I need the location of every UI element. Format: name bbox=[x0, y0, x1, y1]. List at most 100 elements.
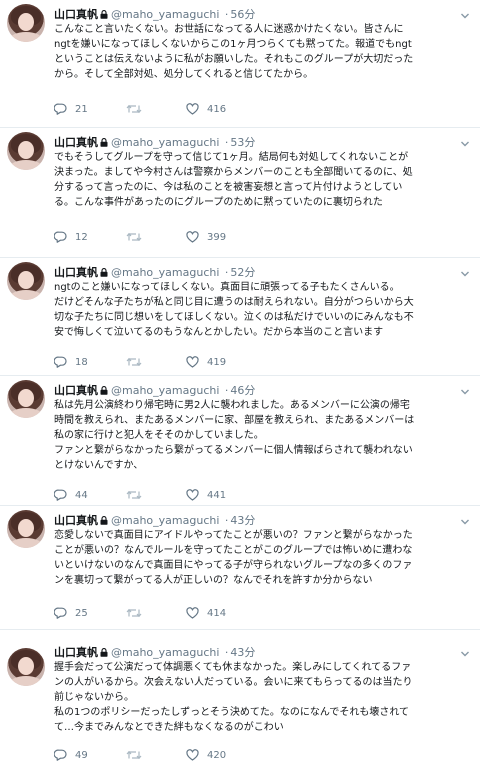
timestamp[interactable]: 43分 bbox=[230, 646, 255, 659]
tweet-text: でもそうしてグループを守って信じて1ヶ月。結局何も対処してくれないことが 決まっ… bbox=[54, 152, 413, 208]
reply-icon bbox=[54, 103, 67, 115]
chevron-down-icon[interactable] bbox=[460, 6, 470, 19]
like-count: 399 bbox=[207, 231, 227, 243]
tweet-actions: 25 414 bbox=[54, 604, 314, 622]
tweet-text: 握手会だって公演だって体調悪くても休まなかった。楽しみにしてくれてるファ ンの人… bbox=[54, 662, 413, 733]
retweet-icon bbox=[126, 103, 142, 115]
retweet-button[interactable] bbox=[126, 604, 150, 622]
avatar[interactable] bbox=[7, 132, 45, 170]
username[interactable]: @maho_yamaguchi bbox=[111, 514, 219, 527]
tweet-actions: 49 420 bbox=[54, 746, 314, 764]
separator: · bbox=[224, 8, 229, 21]
username[interactable]: @maho_yamaguchi bbox=[111, 136, 219, 149]
separator: · bbox=[224, 646, 229, 659]
like-button[interactable]: 420 bbox=[186, 746, 226, 764]
tweet[interactable]: 山口真帆 @maho_yamaguchi · 53分 でもそうしてグループを守って信… bbox=[0, 128, 480, 258]
tweet[interactable]: 山口真帆 @maho_yamaguchi · 56分 こんなこと言いたくない。お世話… bbox=[0, 0, 480, 128]
timestamp[interactable]: 56分 bbox=[230, 8, 255, 21]
lock-icon bbox=[100, 515, 108, 528]
tweet[interactable]: 山口真帆 @maho_yamaguchi · 46分 私は先月公演終わり帰宅時に男2… bbox=[0, 376, 480, 506]
retweet-button[interactable] bbox=[126, 100, 150, 118]
tweet-header: 山口真帆 @maho_yamaguchi · 56分 bbox=[54, 6, 470, 22]
tweet-header: 山口真帆 @maho_yamaguchi · 43分 bbox=[54, 512, 470, 528]
tweet-header: 山口真帆 @maho_yamaguchi · 46分 bbox=[54, 382, 470, 398]
tweet-text: こんなこと言いたくない。お世話になってる人に迷惑かけたくない。皆さんに ngtを… bbox=[54, 24, 414, 80]
reply-button[interactable]: 18 bbox=[54, 353, 88, 371]
reply-count: 49 bbox=[75, 749, 88, 761]
retweet-icon bbox=[126, 489, 142, 501]
separator: · bbox=[224, 266, 229, 279]
retweet-button[interactable] bbox=[126, 228, 150, 246]
timestamp[interactable]: 52分 bbox=[230, 266, 255, 279]
display-name[interactable]: 山口真帆 bbox=[54, 8, 98, 21]
chevron-down-icon[interactable] bbox=[460, 382, 470, 395]
heart-icon bbox=[186, 103, 199, 115]
display-name[interactable]: 山口真帆 bbox=[54, 136, 98, 149]
like-button[interactable]: 399 bbox=[186, 228, 226, 246]
lock-icon bbox=[100, 9, 108, 22]
reply-button[interactable]: 44 bbox=[54, 486, 88, 504]
reply-button[interactable]: 25 bbox=[54, 604, 88, 622]
like-count: 414 bbox=[207, 607, 227, 619]
chevron-down-icon[interactable] bbox=[460, 512, 470, 525]
retweet-icon bbox=[126, 607, 142, 619]
tweet-actions: 21 416 bbox=[54, 100, 314, 118]
retweet-button[interactable] bbox=[126, 353, 150, 371]
reply-icon bbox=[54, 749, 67, 761]
display-name[interactable]: 山口真帆 bbox=[54, 266, 98, 279]
avatar[interactable] bbox=[7, 648, 45, 686]
tweet-text: ngtのこと嫌いになってほしくない。真面目に頑張ってる子もたくさんいる。 だけど… bbox=[54, 282, 414, 338]
tweet-header: 山口真帆 @maho_yamaguchi · 53分 bbox=[54, 134, 470, 150]
tweet[interactable]: 山口真帆 @maho_yamaguchi · 52分 ngtのこと嫌いになってほしく… bbox=[0, 258, 480, 376]
reply-icon bbox=[54, 607, 67, 619]
tweet-text: 私は先月公演終わり帰宅時に男2人に襲われました。あるメンバーに公演の帰宅 時間を… bbox=[54, 400, 415, 471]
timestamp[interactable]: 43分 bbox=[230, 514, 255, 527]
separator: · bbox=[224, 136, 229, 149]
tweet-actions: 12 399 bbox=[54, 228, 314, 246]
timestamp[interactable]: 46分 bbox=[230, 384, 255, 397]
like-button[interactable]: 414 bbox=[186, 604, 226, 622]
heart-icon bbox=[186, 749, 199, 761]
lock-icon bbox=[100, 267, 108, 280]
username[interactable]: @maho_yamaguchi bbox=[111, 646, 219, 659]
like-count: 420 bbox=[207, 749, 227, 761]
lock-icon bbox=[100, 137, 108, 150]
reply-count: 44 bbox=[75, 489, 88, 501]
chevron-down-icon[interactable] bbox=[460, 644, 470, 657]
like-button[interactable]: 419 bbox=[186, 353, 226, 371]
like-button[interactable]: 416 bbox=[186, 100, 226, 118]
separator: · bbox=[224, 384, 229, 397]
retweet-button[interactable] bbox=[126, 486, 150, 504]
display-name[interactable]: 山口真帆 bbox=[54, 646, 98, 659]
chevron-down-icon[interactable] bbox=[460, 264, 470, 277]
heart-icon bbox=[186, 489, 199, 501]
timestamp[interactable]: 53分 bbox=[230, 136, 255, 149]
reply-icon bbox=[54, 231, 67, 243]
retweet-button[interactable] bbox=[126, 746, 150, 764]
username[interactable]: @maho_yamaguchi bbox=[111, 266, 219, 279]
chevron-down-icon[interactable] bbox=[460, 134, 470, 147]
like-count: 419 bbox=[207, 356, 227, 368]
reply-button[interactable]: 49 bbox=[54, 746, 88, 764]
display-name[interactable]: 山口真帆 bbox=[54, 384, 98, 397]
reply-button[interactable]: 21 bbox=[54, 100, 88, 118]
display-name[interactable]: 山口真帆 bbox=[54, 514, 98, 527]
heart-icon bbox=[186, 607, 199, 619]
reply-count: 25 bbox=[75, 607, 88, 619]
avatar[interactable] bbox=[7, 510, 45, 548]
heart-icon bbox=[186, 356, 199, 368]
tweet[interactable]: 山口真帆 @maho_yamaguchi · 43分 恋愛しないで真面目にアイドルや… bbox=[0, 506, 480, 630]
tweet[interactable]: 山口真帆 @maho_yamaguchi · 43分 握手会だって公演だって体調悪く… bbox=[0, 630, 480, 772]
reply-count: 18 bbox=[75, 356, 88, 368]
reply-button[interactable]: 12 bbox=[54, 228, 88, 246]
avatar[interactable] bbox=[7, 262, 45, 300]
username[interactable]: @maho_yamaguchi bbox=[111, 8, 219, 21]
avatar[interactable] bbox=[7, 4, 45, 42]
like-button[interactable]: 441 bbox=[186, 486, 226, 504]
tweet-text: 恋愛しないで真面目にアイドルやってたことが悪いの？ファンと繋がらなかった ことが… bbox=[54, 530, 413, 586]
reply-icon bbox=[54, 489, 67, 501]
tweet-actions: 44 441 bbox=[54, 486, 314, 504]
avatar[interactable] bbox=[7, 380, 45, 418]
separator: · bbox=[224, 514, 229, 527]
username[interactable]: @maho_yamaguchi bbox=[111, 384, 219, 397]
